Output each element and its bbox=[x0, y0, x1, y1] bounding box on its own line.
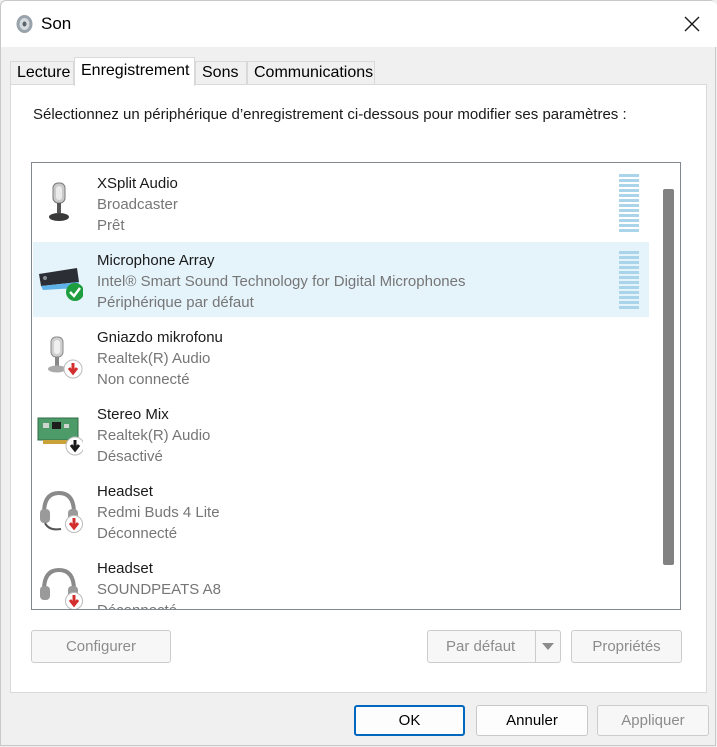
device-driver: Broadcaster bbox=[97, 196, 178, 213]
device-status: Déconnecté bbox=[97, 602, 177, 609]
title-bar: Son bbox=[1, 1, 717, 47]
device-name: Microphone Array bbox=[97, 252, 215, 269]
tab-enregistrement[interactable]: Enregistrement bbox=[74, 57, 195, 86]
tab-communications[interactable]: Communications bbox=[247, 61, 375, 85]
device-driver: Intel® Smart Sound Technology for Digita… bbox=[97, 273, 466, 290]
sound-dialog: Son Lecture Enregistrement Sons Communic… bbox=[0, 0, 717, 746]
tab-lecture[interactable]: Lecture bbox=[10, 61, 74, 85]
chevron-down-icon bbox=[542, 642, 554, 650]
tab-sons[interactable]: Sons bbox=[195, 61, 247, 85]
microphone-icon bbox=[48, 336, 83, 379]
device-status: Périphérique par défaut bbox=[97, 294, 254, 311]
device-name: Stereo Mix bbox=[97, 406, 169, 423]
set-default-button[interactable]: Par défaut bbox=[427, 630, 561, 663]
device-row[interactable]: Stereo Mix Realtek(R) Audio Désactivé bbox=[33, 396, 649, 471]
device-row[interactable]: Gniazdo mikrofonu Realtek(R) Audio Non c… bbox=[33, 319, 649, 394]
window-title: Son bbox=[41, 14, 72, 33]
device-row[interactable]: Headset Redmi Buds 4 Lite Déconnecté bbox=[33, 473, 649, 548]
device-list[interactable]: XSplit Audio Broadcaster Prêt Microphone… bbox=[31, 162, 681, 610]
configure-button[interactable]: Configurer bbox=[31, 630, 171, 663]
close-icon bbox=[684, 16, 700, 32]
cancel-button[interactable]: Annuler bbox=[476, 705, 588, 736]
properties-button[interactable]: Propriétés bbox=[571, 630, 682, 663]
device-driver: SOUNDPEATS A8 bbox=[97, 581, 221, 598]
level-meter bbox=[619, 251, 639, 310]
apply-button[interactable]: Appliquer bbox=[597, 705, 709, 736]
level-meter bbox=[619, 174, 639, 233]
device-driver: Realtek(R) Audio bbox=[97, 427, 211, 444]
instructions-text: Sélectionnez un périphérique d’enregistr… bbox=[33, 106, 627, 123]
close-button[interactable] bbox=[667, 1, 717, 47]
device-name: XSplit Audio bbox=[97, 175, 178, 192]
sound-card-icon bbox=[37, 417, 83, 456]
device-status: Prêt bbox=[97, 217, 125, 234]
speaker-icon bbox=[16, 15, 33, 33]
vertical-scrollbar[interactable] bbox=[663, 189, 674, 565]
device-name: Headset bbox=[97, 483, 153, 500]
device-name: Gniazdo mikrofonu bbox=[97, 329, 223, 346]
set-default-label: Par défaut bbox=[446, 638, 516, 655]
device-row[interactable]: Microphone Array Intel® Smart Sound Tech… bbox=[33, 242, 649, 317]
microphone-icon bbox=[49, 182, 69, 221]
device-name: Headset bbox=[97, 560, 153, 577]
device-driver: Redmi Buds 4 Lite bbox=[97, 504, 220, 521]
headset-icon bbox=[40, 490, 83, 533]
device-row[interactable]: Headset SOUNDPEATS A8 Déconnecté bbox=[33, 550, 649, 609]
device-status: Désactivé bbox=[97, 448, 163, 465]
recording-panel: Sélectionnez un périphérique d’enregistr… bbox=[10, 84, 707, 693]
microphone-array-icon bbox=[39, 268, 83, 301]
device-row[interactable]: XSplit Audio Broadcaster Prêt bbox=[33, 165, 649, 240]
device-status: Non connecté bbox=[97, 371, 190, 388]
ok-button[interactable]: OK bbox=[354, 705, 465, 736]
set-default-dropdown[interactable] bbox=[535, 631, 560, 662]
headset-icon bbox=[40, 567, 83, 609]
device-status: Déconnecté bbox=[97, 525, 178, 542]
device-driver: Realtek(R) Audio bbox=[97, 350, 211, 367]
